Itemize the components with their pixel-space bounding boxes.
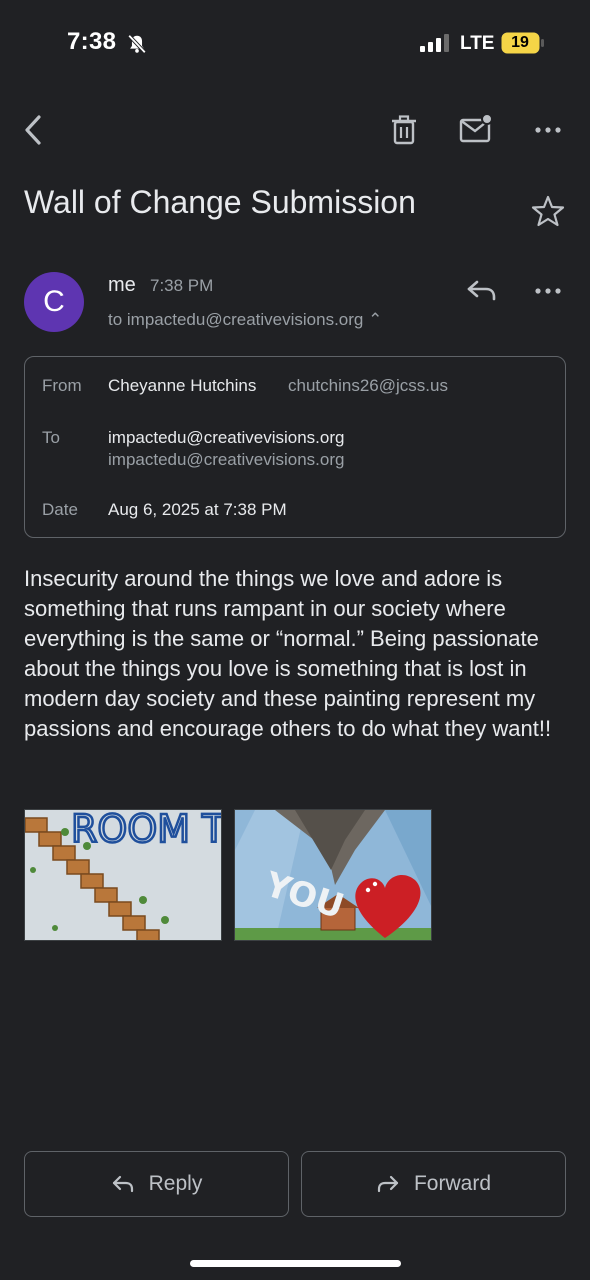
date-label: Date [42, 500, 78, 519]
silent-bell-icon [127, 34, 147, 54]
star-outline-icon[interactable] [530, 194, 566, 228]
sender-name: me [108, 274, 136, 296]
reply-button-label: Reply [148, 1172, 203, 1195]
battery-level: 19 [511, 34, 529, 51]
back-chevron-icon[interactable] [16, 112, 52, 148]
more-horizontal-icon[interactable] [530, 112, 566, 148]
from-name: Cheyanne Hutchins [108, 376, 257, 395]
forward-button-label: Forward [413, 1172, 492, 1195]
message-more-icon[interactable] [530, 276, 566, 306]
painting1-text: ROOM THE UNDER STAI [71, 810, 222, 851]
forward-arrow-icon [377, 1175, 399, 1193]
recipient-summary-toggle[interactable]: to impactedu@creativevisions.org ⌃ [108, 310, 382, 330]
status-time: 7:38 [67, 28, 117, 55]
email-body: Insecurity around the things we love and… [24, 566, 552, 741]
from-label: From [42, 376, 82, 395]
sender-avatar[interactable]: C [24, 272, 84, 332]
to-label: To [42, 428, 60, 447]
mail-unread-icon[interactable] [458, 112, 494, 148]
date-value: Aug 6, 2025 at 7:38 PM [108, 500, 287, 519]
forward-button[interactable]: Forward [301, 1151, 566, 1217]
reply-icon[interactable] [464, 276, 500, 306]
sent-time: 7:38 PM [150, 276, 214, 295]
reply-button[interactable]: Reply [24, 1151, 289, 1217]
from-email[interactable]: chutchins26@jcss.us [288, 376, 448, 396]
home-indicator[interactable] [190, 1260, 401, 1267]
signal-icon [420, 34, 449, 52]
network-type: LTE [460, 33, 495, 54]
attachment-painting-room-under-stairs[interactable]: ROOM THE UNDER STAI [24, 809, 222, 941]
email-subject: Wall of Change Submission [24, 184, 416, 220]
trash-icon[interactable] [386, 112, 422, 148]
reply-arrow-icon [112, 1175, 133, 1193]
to-name[interactable]: impactedu@creativevisions.org [108, 428, 344, 448]
to-email[interactable]: impactedu@creativevisions.org [108, 450, 344, 470]
attachment-painting-you-heart[interactable]: YOU [234, 809, 432, 941]
